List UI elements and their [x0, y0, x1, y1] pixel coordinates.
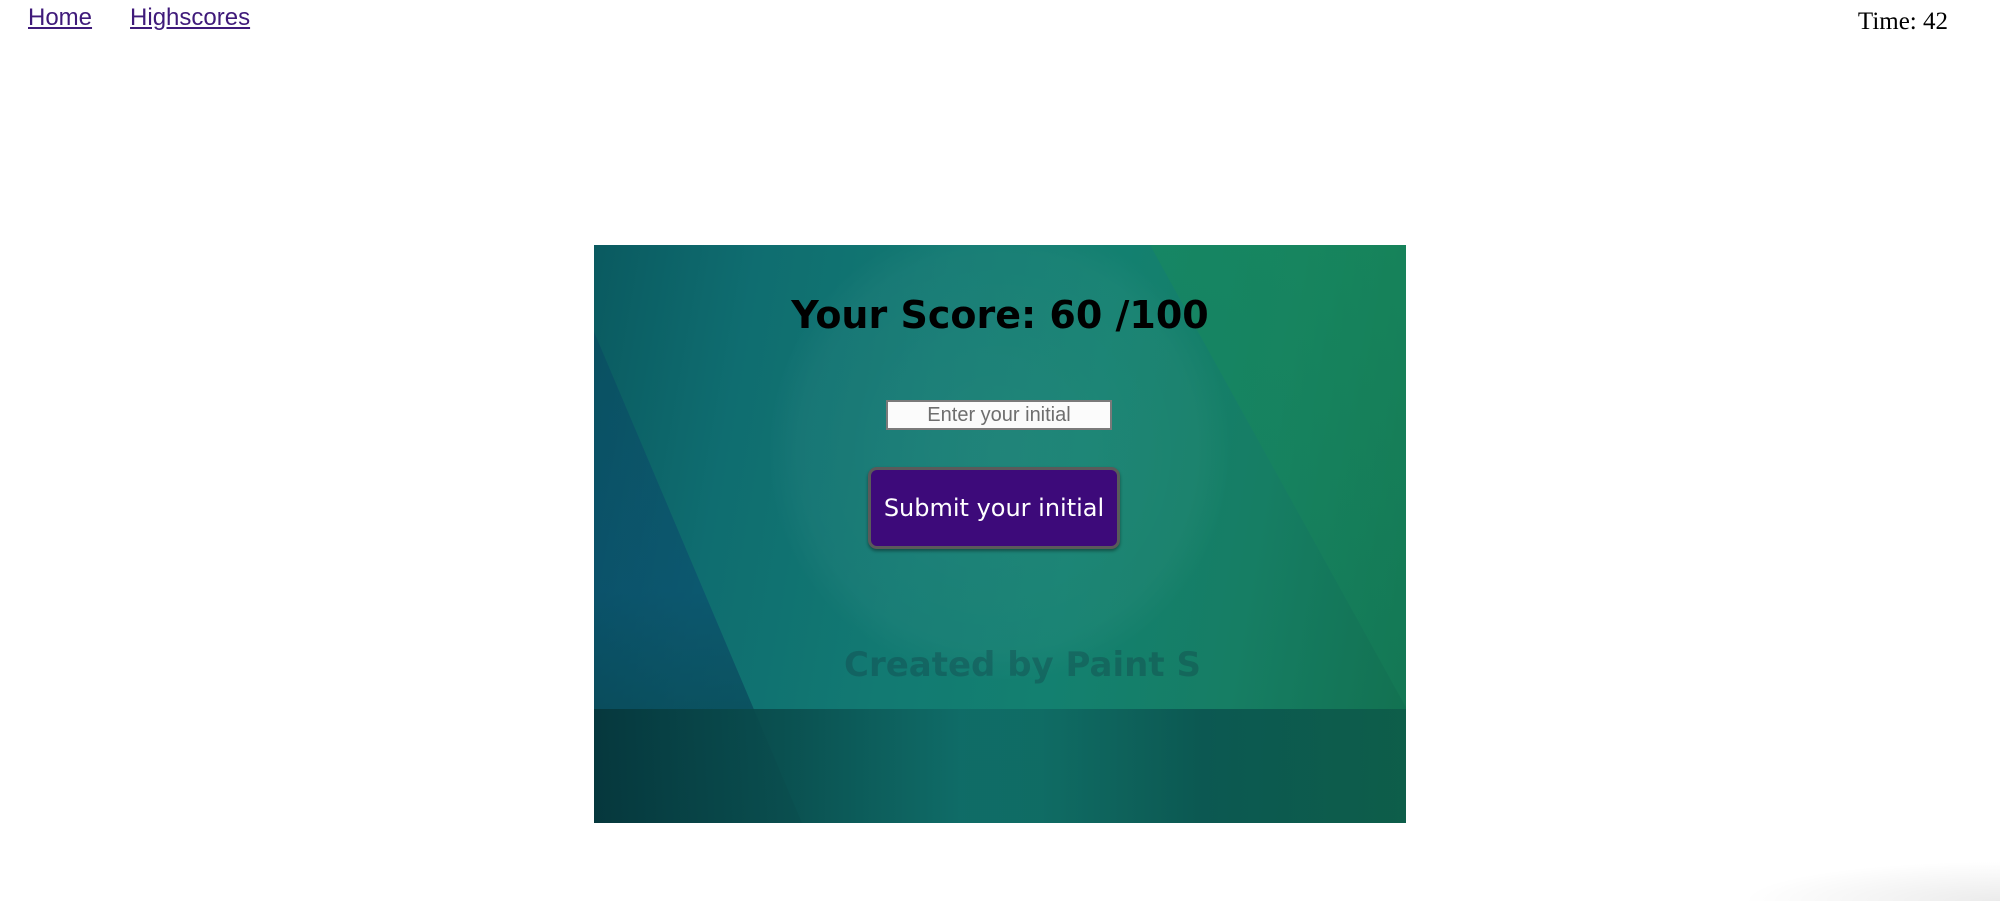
- timer-display: Time: 42: [1857, 8, 1948, 35]
- submit-initial-button[interactable]: Submit your initial: [868, 467, 1120, 549]
- top-nav: Home Highscores: [28, 4, 250, 32]
- background-floor: [594, 709, 1406, 823]
- watermark-text: Created by Paint S: [844, 645, 1201, 685]
- nav-highscores-link[interactable]: Highscores: [130, 4, 250, 32]
- nav-home-link[interactable]: Home: [28, 4, 92, 32]
- initial-input[interactable]: [886, 400, 1112, 430]
- corner-shadow: [1740, 861, 2000, 901]
- score-card: Created by Paint S Your Score: 60 /100 S…: [594, 245, 1406, 823]
- quiz-page: Home Highscores Time: 42 Created by Pain…: [0, 0, 2000, 901]
- score-heading: Your Score: 60 /100: [791, 293, 1209, 337]
